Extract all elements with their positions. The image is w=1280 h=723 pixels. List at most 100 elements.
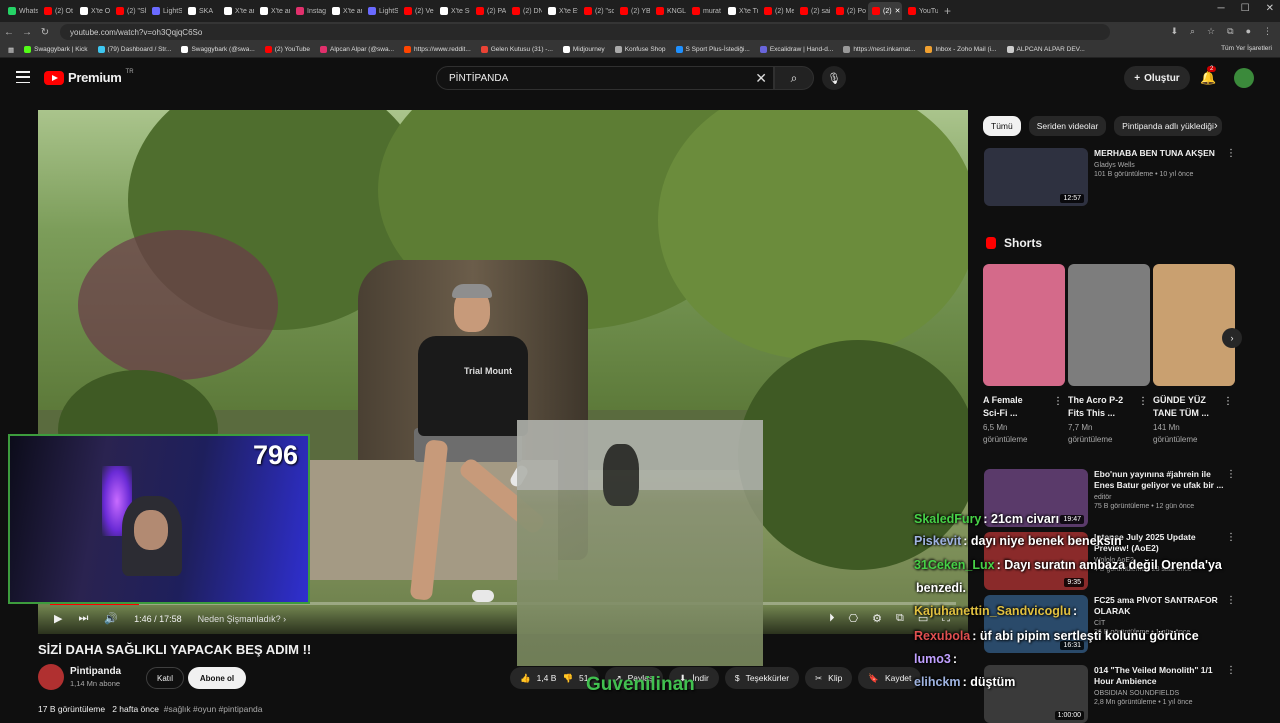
- browser-tab[interactable]: (2) DN: [508, 2, 542, 20]
- browser-tab[interactable]: X'te ara: [220, 2, 254, 20]
- forward-icon[interactable]: →: [18, 27, 36, 38]
- video-title[interactable]: MERHABA BEN TUNA AKŞEN: [1094, 148, 1224, 159]
- browser-tab[interactable]: LightSh: [364, 2, 398, 20]
- more-options-icon[interactable]: ⋮: [1138, 396, 1148, 407]
- apps-icon[interactable]: ▦: [8, 46, 14, 54]
- browser-tab[interactable]: KNGL: [652, 2, 686, 20]
- hamburger-menu-icon[interactable]: [16, 71, 30, 83]
- browser-tab[interactable]: (2) sai: [796, 2, 830, 20]
- star-icon[interactable]: ☆: [1207, 26, 1215, 37]
- browser-tab[interactable]: X'te Tu: [724, 2, 758, 20]
- browser-tab[interactable]: murat: [688, 2, 722, 20]
- youtube-premium-logo[interactable]: Premium TR: [44, 69, 134, 85]
- volume-icon[interactable]: 🔊: [104, 612, 118, 625]
- voice-search-button[interactable]: 🎙: [822, 66, 846, 90]
- browser-tab[interactable]: (2) Vel: [400, 2, 434, 20]
- join-button[interactable]: Katıl: [146, 667, 184, 689]
- browser-tab[interactable]: (2) ✕: [868, 2, 902, 20]
- more-options-icon[interactable]: ⋮: [1226, 595, 1236, 606]
- address-bar[interactable]: youtube.com/watch?v=oh3QqjqC6So: [60, 24, 1110, 40]
- bookmark-item[interactable]: (2) YouTube: [264, 46, 310, 53]
- minimize-icon[interactable]: ─: [1218, 3, 1225, 14]
- subscribe-button[interactable]: Abone ol: [188, 667, 246, 689]
- browser-tab[interactable]: Instagr: [292, 2, 326, 20]
- browser-tab[interactable]: X'te ara: [256, 2, 290, 20]
- install-icon[interactable]: ⬇: [1170, 26, 1178, 37]
- bookmark-item[interactable]: Excalidraw | Hand-d...: [759, 46, 833, 53]
- bookmark-item[interactable]: Gelen Kutusu (31) -...: [480, 46, 553, 53]
- bookmark-item[interactable]: https://www.reddit...: [404, 46, 471, 53]
- maximize-icon[interactable]: ☐: [1241, 3, 1250, 14]
- bookmark-item[interactable]: (79) Dashboard / Str...: [97, 46, 171, 53]
- short-thumbnail[interactable]: [1153, 264, 1235, 386]
- channel-name[interactable]: editör: [1094, 494, 1224, 501]
- browser-tab[interactable]: LightSh: [148, 2, 182, 20]
- browser-tab[interactable]: (2) YB: [616, 2, 650, 20]
- filter-chip[interactable]: Seriden videolar: [1028, 116, 1107, 136]
- browser-tab[interactable]: X'te Ev: [544, 2, 578, 20]
- notifications-button[interactable]: 🔔 2: [1200, 66, 1217, 86]
- browser-tab[interactable]: SKA: [184, 2, 218, 20]
- autoplay-toggle-icon[interactable]: ⏵: [829, 612, 835, 625]
- miniplayer-icon[interactable]: ⧉: [896, 612, 904, 625]
- chevron-right-icon[interactable]: ›: [1222, 328, 1242, 348]
- browser-tab[interactable]: Whats: [4, 2, 38, 20]
- bookmark-item[interactable]: Swaggybark (@swa...: [181, 46, 255, 53]
- back-icon[interactable]: ←: [0, 27, 18, 38]
- more-options-icon[interactable]: ⋮: [1053, 396, 1063, 407]
- browser-tab[interactable]: (2) "sc: [580, 2, 614, 20]
- more-options-icon[interactable]: ⋮: [1223, 396, 1233, 407]
- browser-tab[interactable]: X'te Sc: [436, 2, 470, 20]
- video-thumbnail[interactable]: 12:57: [984, 148, 1088, 206]
- channel-name[interactable]: OBSIDIAN SOUNDFIELDS: [1094, 690, 1224, 697]
- next-icon[interactable]: ⏭: [78, 612, 88, 625]
- browser-tab[interactable]: X'te ara: [328, 2, 362, 20]
- channel-name[interactable]: Pintipanda: [70, 666, 121, 677]
- play-icon[interactable]: ▶: [54, 612, 62, 625]
- video-title[interactable]: 014 "The Veiled Monolith" 1/1 Hour Ambien…: [1094, 665, 1224, 687]
- more-options-icon[interactable]: ⋮: [1226, 532, 1236, 543]
- close-tab-icon[interactable]: ✕: [895, 7, 901, 15]
- video-title[interactable]: FC25 ama PİVOT SANTRAFOR OLARAK: [1094, 595, 1224, 617]
- bookmark-item[interactable]: Swaggybark | Kick: [24, 46, 88, 53]
- short-thumbnail[interactable]: [1068, 264, 1150, 386]
- more-options-icon[interactable]: ⋮: [1226, 148, 1236, 159]
- short-item[interactable]: The Acro P-2 Fits This ... 7,7 Mn görüntüle…: [1068, 264, 1150, 446]
- chevron-right-icon[interactable]: ›: [1214, 120, 1218, 132]
- filter-chip[interactable]: Tümü: [983, 116, 1021, 136]
- browser-tab[interactable]: (2) PA: [472, 2, 506, 20]
- search-button[interactable]: ⌕: [774, 66, 814, 90]
- bookmark-item[interactable]: Konfuse Shop: [614, 46, 666, 53]
- reload-icon[interactable]: ↻: [36, 27, 54, 38]
- bookmark-item[interactable]: https://nest.inkarnat...: [843, 46, 915, 53]
- browser-menu-icon[interactable]: ⋮: [1263, 26, 1272, 37]
- video-title[interactable]: Ebo'nun yayınına #jahrein ile Enes Batur …: [1094, 469, 1224, 491]
- short-item[interactable]: A Female Sci-Fi ... 6,5 Mn görüntüleme ⋮: [983, 264, 1065, 446]
- clip-button[interactable]: ✂ Klip: [805, 667, 853, 689]
- account-avatar[interactable]: [1234, 68, 1254, 88]
- channel-avatar[interactable]: [38, 664, 64, 690]
- filter-chip[interactable]: Pintipanda adlı yüklediği: [1114, 116, 1222, 136]
- short-thumbnail[interactable]: [983, 264, 1065, 386]
- zoom-icon[interactable]: ⌕: [1190, 26, 1195, 37]
- thanks-button[interactable]: $ Teşekkürler: [724, 667, 800, 689]
- recommended-video[interactable]: 12:57 MERHABA BEN TUNA AKŞEN Gladys Well…: [984, 148, 1236, 206]
- all-bookmarks-link[interactable]: Tüm Yer İşaretleri: [1221, 45, 1272, 52]
- bookmark-item[interactable]: S Sport Plus-İstediği...: [675, 46, 750, 53]
- profile-icon[interactable]: ●: [1246, 26, 1251, 37]
- browser-tab[interactable]: YouTu: [904, 2, 938, 20]
- browser-tab[interactable]: X'te Ot: [76, 2, 110, 20]
- channel-name[interactable]: Gladys Wells: [1094, 162, 1224, 169]
- bookmark-item[interactable]: Midjourney: [562, 46, 605, 53]
- recommended-video[interactable]: 1:00:00 014 "The Veiled Monolith" 1/1 Hour…: [984, 665, 1236, 723]
- description-summary[interactable]: 17 B görüntüleme 2 hafta önce #sağlık #o…: [38, 704, 263, 714]
- dislike-icon[interactable]: 👎: [562, 673, 573, 684]
- close-window-icon[interactable]: ✕: [1266, 3, 1274, 14]
- more-options-icon[interactable]: ⋮: [1226, 469, 1236, 480]
- bookmark-item[interactable]: Alpcan Alpar (@swa...: [319, 46, 394, 53]
- create-button[interactable]: + Oluştur: [1124, 66, 1190, 90]
- extensions-icon[interactable]: ⧉: [1227, 26, 1233, 37]
- more-options-icon[interactable]: ⋮: [1226, 665, 1236, 676]
- new-tab-button[interactable]: +: [944, 4, 951, 18]
- settings-icon[interactable]: ⚙: [872, 612, 882, 625]
